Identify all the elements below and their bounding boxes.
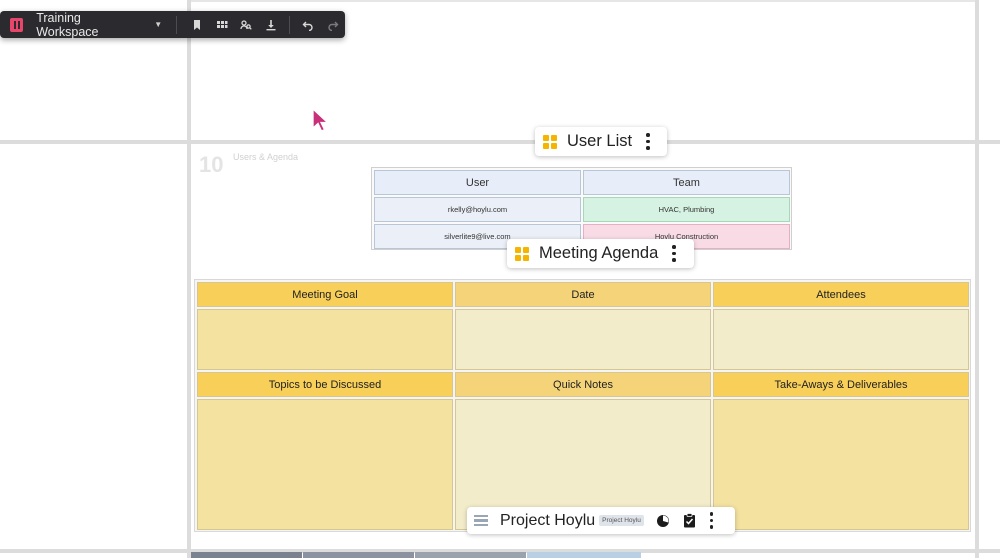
agenda-header-quick-notes[interactable]: Quick Notes — [455, 372, 711, 397]
more-options-icon[interactable] — [672, 245, 676, 262]
agenda-header-topics[interactable]: Topics to be Discussed — [197, 372, 453, 397]
agenda-cell-date[interactable] — [455, 309, 711, 370]
redo-icon[interactable] — [320, 14, 344, 36]
workspace-title[interactable]: Training Workspace — [36, 11, 140, 39]
user-list-title: User List — [567, 132, 633, 150]
widget-grid-icon — [543, 134, 557, 149]
canvas-grid-line — [187, 0, 191, 558]
table-cell-user[interactable]: rkelly@hoylu.com — [374, 197, 581, 222]
clipboard-check-icon[interactable] — [682, 513, 698, 529]
agenda-header-takeaways[interactable]: Take-Aways & Deliverables — [713, 372, 969, 397]
agenda-cell-takeaways[interactable] — [713, 399, 969, 530]
user-list-header[interactable]: User List — [535, 127, 667, 156]
pie-chart-icon[interactable] — [655, 513, 671, 529]
table-cell-team[interactable]: HVAC, Plumbing — [583, 197, 790, 222]
toolbar-divider — [176, 15, 178, 34]
workspace-toolbar: Training Workspace ▼ — [0, 11, 345, 39]
agenda-header-date[interactable]: Date — [455, 282, 711, 307]
canvas-grid-line — [191, 0, 975, 2]
canvas-grid-line — [0, 140, 1000, 144]
project-hoylu-bar[interactable]: Project Hoylu Project Hoylu — [467, 507, 735, 534]
user-list-table[interactable]: User Team rkelly@hoylu.com HVAC, Plumbin… — [371, 167, 792, 250]
project-list-icon — [474, 514, 488, 527]
mouse-pointer-icon — [312, 108, 330, 132]
agenda-header-meeting-goal[interactable]: Meeting Goal — [197, 282, 453, 307]
meeting-agenda-header[interactable]: Meeting Agenda — [507, 239, 694, 268]
people-search-icon[interactable] — [234, 14, 258, 36]
more-options-icon[interactable] — [709, 512, 714, 529]
widget-grid-icon — [515, 246, 529, 261]
panel-strip — [303, 552, 414, 558]
agenda-cell-attendees[interactable] — [713, 309, 969, 370]
panel-strip — [527, 552, 641, 558]
more-options-icon[interactable] — [646, 133, 650, 150]
hoylu-logo-icon[interactable] — [10, 17, 24, 32]
project-tag: Project Hoylu — [599, 515, 644, 526]
undo-icon[interactable] — [296, 14, 320, 36]
agenda-header-attendees[interactable]: Attendees — [713, 282, 969, 307]
panel-strip — [415, 552, 526, 558]
panel-name: Users & Agenda — [233, 152, 299, 162]
canvas-grid-line — [975, 0, 979, 558]
panel-strip — [191, 552, 302, 558]
panel-number: 10 — [199, 152, 224, 177]
meeting-agenda-title: Meeting Agenda — [539, 244, 659, 262]
download-icon[interactable] — [259, 14, 283, 36]
meeting-agenda-board[interactable]: Meeting Goal Date Attendees Topics to be… — [194, 279, 971, 532]
agenda-cell-topics[interactable] — [197, 399, 453, 530]
agenda-cell-meeting-goal[interactable] — [197, 309, 453, 370]
toolbar-divider — [289, 15, 290, 34]
grid-view-icon[interactable] — [210, 14, 234, 36]
column-header-user[interactable]: User — [374, 170, 581, 195]
caret-down-icon[interactable]: ▼ — [154, 20, 162, 29]
bookmark-icon[interactable] — [185, 14, 209, 36]
column-header-team[interactable]: Team — [583, 170, 790, 195]
project-title[interactable]: Project Hoylu — [500, 512, 595, 530]
